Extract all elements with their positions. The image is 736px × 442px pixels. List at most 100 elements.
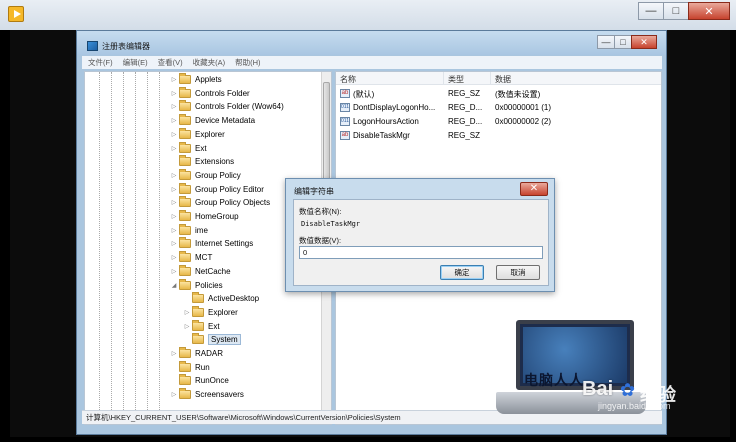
string-value-icon: ab (340, 89, 350, 98)
outer-minimize-button[interactable]: — (638, 2, 664, 20)
outer-close-button[interactable]: ✕ (688, 2, 730, 20)
expand-arrow-icon[interactable]: ▷ (182, 323, 192, 330)
value-data: 0x00000001 (1) (495, 103, 552, 112)
folder-icon (179, 73, 191, 84)
tree-item-label: Policies (195, 280, 223, 290)
dword-value-icon: 011 (340, 103, 350, 112)
expand-arrow-icon[interactable]: ▷ (169, 240, 179, 247)
folder-icon (179, 127, 191, 139)
value-data-label: 数值数据(V): (299, 236, 342, 245)
expand-arrow-icon[interactable]: ▷ (169, 268, 179, 275)
expand-arrow-icon[interactable]: ▷ (169, 254, 179, 261)
value-name-field: DisableTaskMgr (299, 218, 543, 230)
tree-item[interactable]: ▷ Ext (182, 319, 220, 333)
menu-view[interactable]: 查看(V) (158, 57, 183, 68)
tree-item[interactable]: ▷ Screensavers (169, 388, 244, 401)
folder-icon (192, 319, 204, 331)
expand-arrow-icon[interactable]: ▷ (169, 350, 179, 357)
tree-item[interactable]: System (182, 333, 241, 346)
tree-item[interactable]: Extensions (169, 155, 234, 168)
regedit-maximize-button[interactable]: □ (614, 35, 632, 49)
tree-item[interactable]: ▷ MCT (169, 251, 212, 264)
expand-arrow-icon[interactable]: ▷ (169, 76, 179, 83)
tree-item-label: Group Policy Editor (195, 184, 264, 194)
dialog-body: 数值名称(N): DisableTaskMgr 数值数据(V): 0 确定 取消 (293, 199, 549, 286)
tree-item-label: NetCache (195, 266, 231, 276)
regedit-window-controls: — □ ✕ (597, 35, 657, 49)
expand-arrow-icon[interactable]: ▷ (169, 227, 179, 234)
tree-guide-line (99, 72, 100, 424)
tree-guide-line (135, 72, 136, 424)
tree-item[interactable]: ▷ NetCache (169, 264, 231, 278)
tree-guide-line (159, 72, 160, 424)
tree-item[interactable]: ▷ Controls Folder (Wow64) (169, 100, 284, 113)
tree-item-label: Extensions (195, 157, 235, 167)
expand-arrow-icon[interactable]: ▷ (169, 145, 179, 152)
tree-item[interactable]: ▷ Explorer (169, 127, 225, 141)
menu-help[interactable]: 帮助(H) (235, 57, 260, 68)
tree-item-label: HomeGroup (195, 212, 239, 221)
expand-arrow-icon[interactable]: ▷ (169, 90, 179, 97)
value-row[interactable]: ab (默认) REG_SZ (数值未设置) (336, 87, 661, 100)
expand-arrow-icon[interactable]: ▷ (169, 199, 179, 206)
outer-titlebar: — □ ✕ (0, 0, 736, 30)
outer-maximize-button[interactable]: □ (663, 2, 689, 20)
tree-item[interactable]: ▷ Group Policy Editor (169, 182, 264, 196)
value-type: REG_D... (448, 103, 483, 112)
value-type: REG_D... (448, 117, 483, 126)
expand-arrow-icon[interactable]: ▷ (169, 186, 179, 193)
tree-item[interactable]: ▷ Group Policy Objects (169, 196, 270, 209)
collapse-arrow-icon[interactable]: ◢ (169, 282, 179, 289)
ok-button[interactable]: 确定 (440, 265, 484, 280)
player-app-icon (8, 6, 24, 22)
tree-item[interactable]: ◢ Policies (169, 278, 223, 292)
tree-item-label: Device Metadata (195, 116, 256, 126)
baidu-brand-text: Bai (582, 378, 614, 400)
expand-arrow-icon[interactable]: ▷ (169, 172, 179, 179)
values-header: 名称 类型 数据 (336, 72, 661, 85)
menu-file[interactable]: 文件(F) (88, 57, 113, 68)
tree-item[interactable]: ActiveDesktop (182, 292, 259, 305)
tree-guide-line (123, 72, 124, 424)
laptop-watermark-text: 电脑人人 (524, 373, 584, 389)
value-row[interactable]: 011 LogonHoursAction REG_D... 0x00000002… (336, 115, 661, 128)
dialog-close-button[interactable]: ✕ (520, 182, 548, 196)
regedit-close-button[interactable]: ✕ (631, 35, 657, 49)
folder-icon (179, 251, 191, 263)
column-header-name[interactable]: 名称 (340, 74, 356, 85)
menu-favorites[interactable]: 收藏夹(A) (193, 57, 226, 68)
column-header-data[interactable]: 数据 (495, 74, 511, 85)
expand-arrow-icon[interactable]: ▷ (169, 117, 179, 124)
tree-item[interactable]: ▷ RADAR (169, 347, 223, 360)
regedit-minimize-button[interactable]: — (597, 35, 615, 49)
folder-icon (179, 360, 191, 372)
tree-item[interactable]: ▷ HomeGroup (169, 210, 239, 223)
tree-item[interactable]: RunOnce (169, 374, 229, 387)
tree-item-label: Run (195, 362, 210, 372)
expand-arrow-icon[interactable]: ▷ (169, 131, 179, 138)
value-row[interactable]: ab DisableTaskMgr REG_SZ (336, 129, 661, 142)
value-row[interactable]: 011 DontDisplayLogonHo... REG_D... 0x000… (336, 101, 661, 114)
tree-item[interactable]: ▷ Internet Settings (169, 237, 253, 250)
expand-arrow-icon[interactable]: ▷ (169, 213, 179, 220)
baidu-paw-icon: ✿ (620, 380, 636, 400)
tree-item[interactable]: Run (169, 360, 210, 374)
value-data-input[interactable]: 0 (299, 246, 543, 259)
tree-item[interactable]: ▷ Device Metadata (169, 114, 255, 127)
column-header-type[interactable]: 类型 (448, 74, 464, 85)
tree-item-label: ime (195, 225, 208, 235)
expand-arrow-icon[interactable]: ▷ (182, 309, 192, 316)
tree-item-label: Internet Settings (195, 239, 254, 249)
value-type: REG_SZ (448, 89, 481, 98)
tree-item[interactable]: ▷ Controls Folder (169, 86, 250, 100)
tree-item[interactable]: ▷ Explorer (182, 305, 238, 319)
menu-edit[interactable]: 编辑(E) (123, 57, 148, 68)
tree-item[interactable]: ▷ ime (169, 223, 208, 237)
tree-item[interactable]: ▷ Group Policy (169, 168, 241, 182)
tree-item[interactable]: ▷ Applets (169, 73, 222, 86)
expand-arrow-icon[interactable]: ▷ (169, 103, 179, 110)
cancel-button[interactable]: 取消 (496, 265, 540, 280)
value-name: (默认) (353, 90, 375, 99)
expand-arrow-icon[interactable]: ▷ (169, 391, 179, 398)
tree-item[interactable]: ▷ Ext (169, 141, 207, 155)
